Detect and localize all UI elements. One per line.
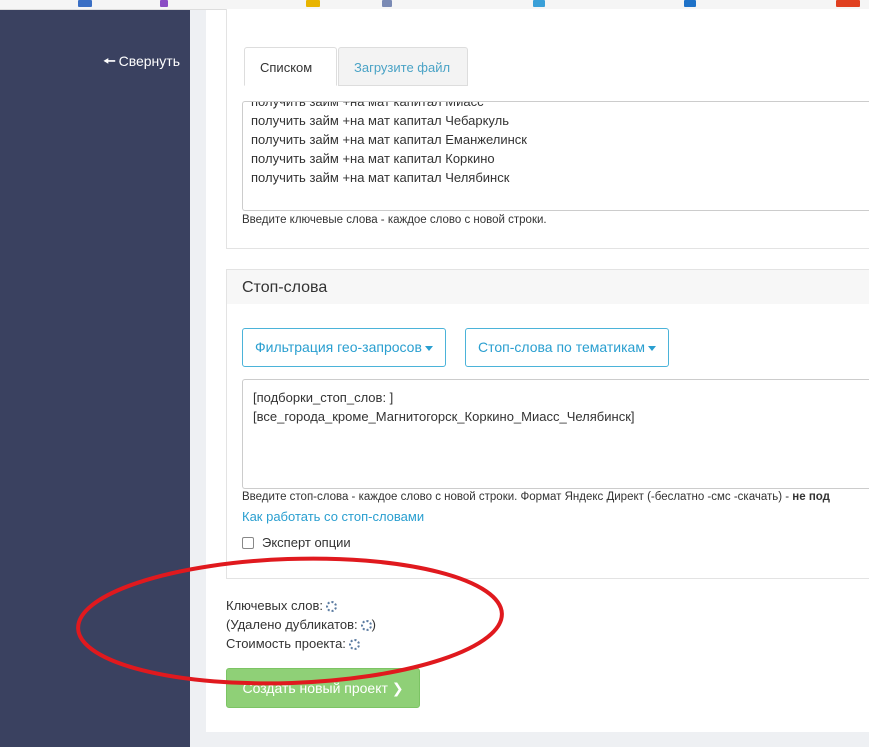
stopwords-help-main: Введите стоп-слова - каждое слово с ново…: [242, 491, 790, 503]
keyword-line: получить займ +на мат капитал Челябинск: [251, 170, 510, 185]
collapse-sidebar-link[interactable]: 🠔 Свернуть: [103, 51, 180, 75]
keyword-line-partial: получить займ +на мат капитал Миасс: [251, 101, 484, 109]
project-cost-label: Стоимость проекта:: [226, 636, 346, 651]
caret-down-icon: [424, 345, 433, 351]
duplicates-close-paren: ): [371, 617, 376, 632]
bookmark-icon[interactable]: [160, 0, 168, 7]
topic-stopwords-dropdown-button[interactable]: Стоп-слова по тематикам: [465, 328, 669, 367]
collapse-label: Свернуть: [118, 53, 180, 69]
caret-down-icon: [647, 345, 656, 351]
stopwords-panel-title: Стоп-слова: [226, 269, 869, 305]
bookmark-icon[interactable]: [533, 0, 545, 7]
stopwords-textarea[interactable]: [подборки_стоп_слов: ] [все_города_кроме…: [242, 379, 869, 489]
keywords-textarea[interactable]: получить займ +на мат капитал Миасс полу…: [242, 101, 869, 211]
bookmark-icon[interactable]: [684, 0, 696, 7]
geo-filter-label: Фильтрация гео-запросов: [255, 339, 422, 355]
duplicates-label: (Удалено дубликатов:: [226, 617, 358, 632]
project-cost-stat: Стоимость проекта:: [226, 636, 360, 651]
keyword-line: получить займ +на мат капитал Чебаркуль: [251, 113, 510, 128]
tab-upload-file[interactable]: Загрузите файл: [338, 47, 468, 86]
main-content: Списком Загрузите файл получить займ +на…: [206, 9, 869, 732]
loading-spinner-icon: [325, 601, 337, 613]
chevron-right-icon: ❯: [391, 680, 404, 696]
content-gutter: [190, 10, 206, 747]
stopword-line: [подборки_стоп_слов: ]: [253, 390, 394, 405]
topic-stopwords-label: Стоп-слова по тематикам: [478, 339, 645, 355]
bookmark-icon[interactable]: [306, 0, 320, 7]
keyword-line: получить займ +на мат капитал Коркино: [251, 151, 495, 166]
how-to-stopwords-link[interactable]: Как работать со стоп-словами: [242, 509, 424, 524]
bookmark-icon[interactable]: [78, 0, 92, 7]
stopword-line: [все_города_кроме_Магнитогорск_Коркино_М…: [253, 409, 635, 424]
stopwords-help-text: Введите стоп-слова - каждое слово с ново…: [242, 491, 830, 503]
bookmark-icon[interactable]: [836, 0, 860, 7]
loading-spinner-icon: [360, 620, 372, 632]
tab-list[interactable]: Списком: [244, 47, 337, 86]
keywords-count-label: Ключевых слов:: [226, 598, 323, 613]
create-project-label: Создать новый проект: [242, 680, 388, 696]
keywords-help-text: Введите ключевые слова - каждое слово с …: [242, 214, 547, 226]
expert-options-label: Эксперт опции: [262, 535, 351, 551]
duplicates-removed-stat: (Удалено дубликатов:): [226, 617, 376, 632]
sidebar: 🠔 Свернуть: [0, 10, 190, 747]
keyword-line: получить займ +на мат капитал Еманжелинс…: [251, 132, 527, 147]
expert-options-row[interactable]: Эксперт опции: [242, 534, 351, 554]
expert-options-checkbox[interactable]: [242, 536, 254, 549]
loading-spinner-icon: [348, 639, 360, 651]
arrow-left-icon: 🠔: [103, 53, 116, 69]
create-project-button[interactable]: Создать новый проект ❯: [226, 668, 420, 708]
stopwords-help-bold: не под: [792, 491, 830, 503]
keywords-count-stat: Ключевых слов:: [226, 598, 337, 613]
geo-filter-dropdown-button[interactable]: Фильтрация гео-запросов: [242, 328, 446, 367]
bookmark-icon[interactable]: [382, 0, 392, 7]
